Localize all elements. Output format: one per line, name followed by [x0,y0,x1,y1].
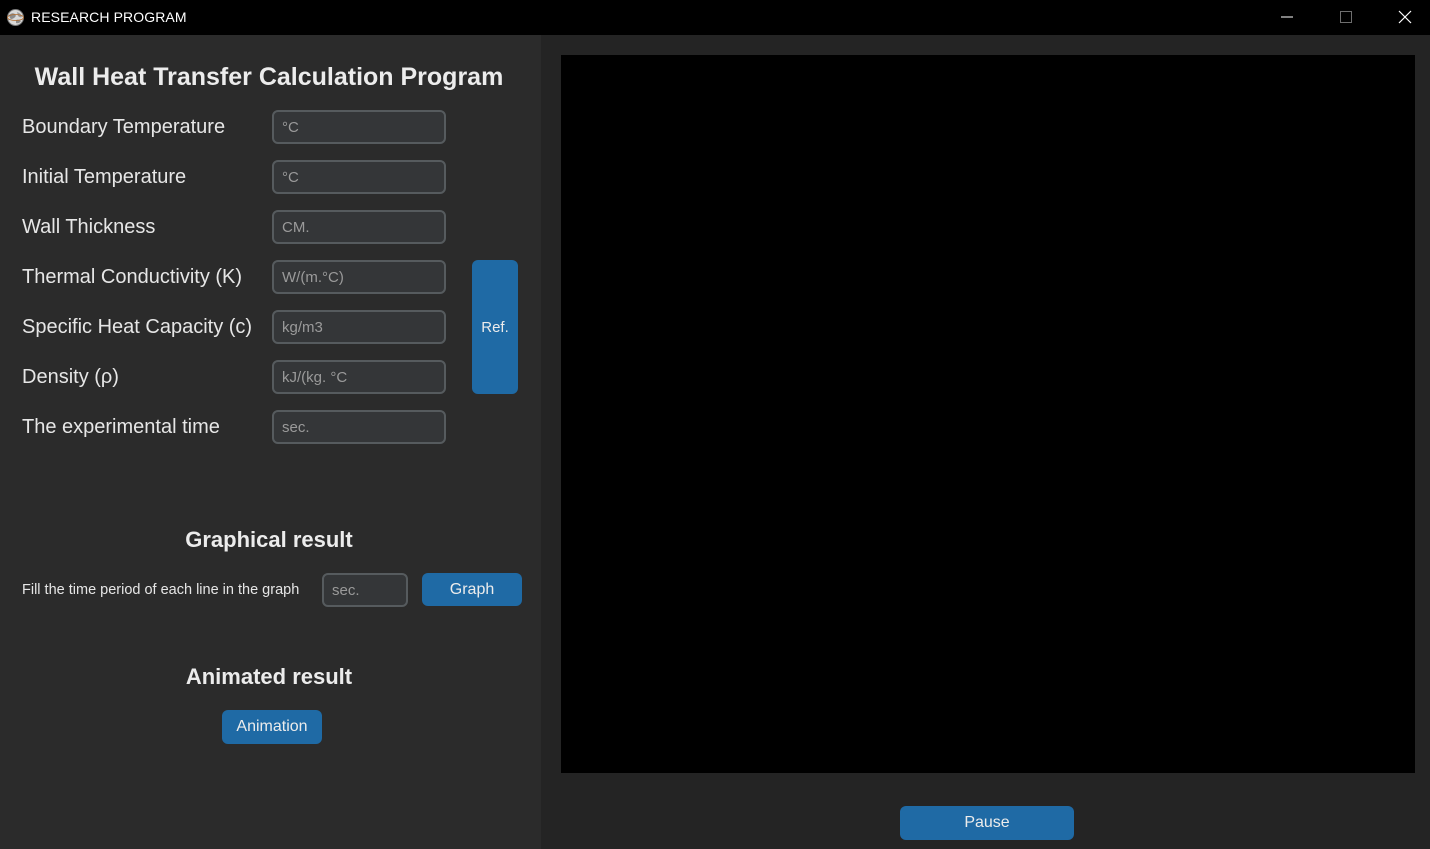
minimize-button[interactable] [1258,0,1316,33]
window-title: RESEARCH PROGRAM [31,9,187,25]
field-density: Density (ρ) [22,360,452,394]
app-globe-icon [6,8,25,27]
field-label: Specific Heat Capacity (c) [22,316,253,338]
display-panel: Pause [541,35,1430,849]
minimize-icon [1281,16,1293,17]
field-initial-temperature: Initial Temperature [22,160,452,194]
title-bar[interactable]: RESEARCH PROGRAM [0,0,1430,35]
field-label: Boundary Temperature [22,116,226,138]
boundary-temperature-input[interactable] [272,110,446,144]
page-title: Wall Heat Transfer Calculation Program [34,63,504,91]
plot-canvas[interactable] [561,55,1415,773]
field-thermal-conductivity: Thermal Conductivity (K) [22,260,452,294]
field-wall-thickness: Wall Thickness [22,210,452,244]
field-experimental-time: The experimental time [22,410,452,444]
field-boundary-temperature: Boundary Temperature [22,110,452,144]
density-input[interactable] [272,360,446,394]
maximize-button[interactable] [1317,0,1375,33]
specific-heat-capacity-input[interactable] [272,310,446,344]
close-button[interactable] [1376,0,1430,33]
field-label: Thermal Conductivity (K) [22,266,243,288]
initial-temperature-input[interactable] [272,160,446,194]
graphical-result-heading: Graphical result [185,527,353,552]
input-panel: Wall Heat Transfer Calculation Program B… [0,35,541,849]
animation-button[interactable]: Animation [222,710,322,744]
field-label: Initial Temperature [22,166,187,188]
animated-result-heading: Animated result [185,664,353,689]
thermal-conductivity-input[interactable] [272,260,446,294]
graph-button[interactable]: Graph [422,573,522,606]
field-label: The experimental time [22,416,220,438]
graph-period-label: Fill the time period of each line in the… [22,582,300,598]
wall-thickness-input[interactable] [272,210,446,244]
field-specific-heat-capacity: Specific Heat Capacity (c) [22,310,452,344]
graph-period-input[interactable] [322,573,408,607]
experimental-time-input[interactable] [272,410,446,444]
pause-button[interactable]: Pause [900,806,1074,840]
ref-button[interactable]: Ref. [472,260,518,394]
field-label: Density (ρ) [22,366,119,388]
field-label: Wall Thickness [22,216,156,238]
maximize-icon [1340,10,1352,23]
close-icon [1398,10,1412,23]
